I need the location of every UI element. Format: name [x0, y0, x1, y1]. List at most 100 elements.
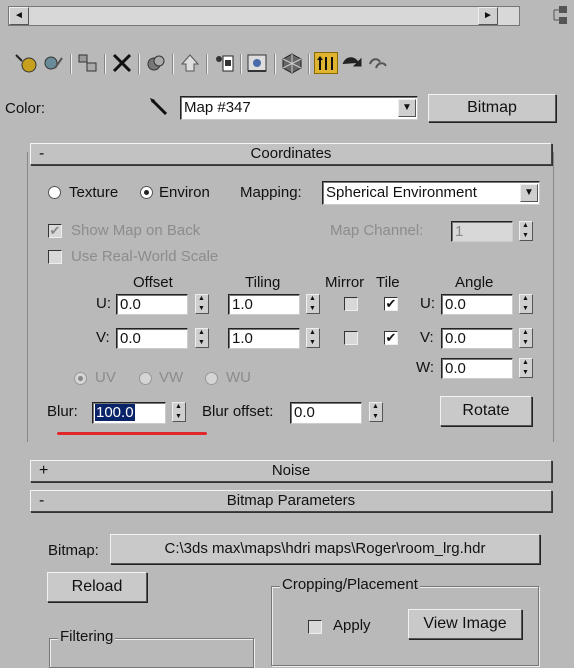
w-angle-field[interactable]: 0.0: [441, 358, 513, 379]
bitmap-path-button[interactable]: C:\3ds max\maps\hdri maps\Roger\room_lrg…: [110, 534, 540, 564]
real-world-scale-checkbox[interactable]: [48, 250, 62, 264]
map-channel-spinner[interactable]: [519, 221, 533, 241]
arrow-right-icon: ►: [483, 10, 493, 21]
blur-offset-spinner[interactable]: [369, 402, 383, 422]
cropping-placement-label: Cropping/Placement: [280, 576, 420, 594]
vw-radio[interactable]: [139, 372, 152, 385]
v-tiling-spinner[interactable]: [306, 328, 320, 348]
v-angle-value: 0.0: [445, 330, 466, 347]
blur-field[interactable]: 100.0: [92, 402, 166, 424]
mapping-label: Mapping:: [240, 184, 302, 201]
checkmark-icon: ✔: [49, 223, 61, 238]
panel-edge-line: [553, 152, 554, 442]
bitmap-parameters-rollout-header[interactable]: - Bitmap Parameters: [30, 490, 552, 512]
go-to-parent-icon[interactable]: [314, 52, 338, 74]
environ-label: Environ: [159, 184, 210, 201]
put-to-scene-icon[interactable]: [42, 52, 66, 74]
v-angle-spinner[interactable]: [519, 328, 533, 348]
v-label: V:: [96, 329, 110, 346]
material-effects-channel-icon[interactable]: [212, 52, 236, 74]
make-unique-icon[interactable]: [144, 52, 168, 74]
v-offset-field[interactable]: 0.0: [116, 328, 188, 349]
v-tiling-field[interactable]: 1.0: [228, 328, 300, 349]
assign-material-icon[interactable]: [76, 52, 100, 74]
tiling-header: Tiling: [245, 274, 281, 291]
scroll-right-button[interactable]: ►: [478, 7, 498, 25]
reset-map-icon[interactable]: [110, 52, 134, 74]
mapping-value: Spherical Environment: [326, 184, 477, 201]
pick-material-from-object-icon[interactable]: [148, 96, 172, 120]
tile-header: Tile: [376, 274, 400, 291]
texture-radio[interactable]: [48, 186, 61, 199]
map-channel-field[interactable]: 1: [451, 221, 513, 242]
rotate-label: Rotate: [462, 402, 510, 419]
noise-rollout-header[interactable]: + Noise: [30, 460, 552, 482]
wu-radio[interactable]: [205, 372, 218, 385]
background-icon[interactable]: [366, 52, 390, 74]
chevron-down-icon[interactable]: ▼: [520, 184, 538, 202]
u-offset-value: 0.0: [120, 296, 141, 313]
bitmap-path-value: C:\3ds max\maps\hdri maps\Roger\room_lrg…: [164, 540, 486, 557]
u-tiling-spinner[interactable]: [306, 294, 320, 314]
show-end-result-icon[interactable]: [280, 52, 304, 74]
v-offset-value: 0.0: [120, 330, 141, 347]
put-to-library-icon[interactable]: [178, 52, 202, 74]
scroll-left-button[interactable]: ◄: [9, 7, 29, 25]
v-mirror-checkbox[interactable]: [344, 331, 358, 345]
u-tiling-field[interactable]: 1.0: [228, 294, 300, 315]
u-offset-spinner[interactable]: [195, 294, 209, 314]
v-angle-label: V:: [420, 329, 434, 346]
horizontal-scrollbar[interactable]: [8, 6, 520, 26]
blur-offset-field[interactable]: 0.0: [290, 402, 362, 424]
show-map-on-back-label: Show Map on Back: [71, 222, 201, 239]
u-mirror-checkbox[interactable]: [344, 297, 358, 311]
node-options-icon[interactable]: [550, 4, 570, 26]
map-name-value: Map #347: [184, 99, 251, 116]
map-name-field[interactable]: Map #347 ▼: [180, 96, 418, 120]
panel-edge-line-left: [27, 152, 28, 442]
rotate-button[interactable]: Rotate: [440, 396, 532, 426]
v-angle-field[interactable]: 0.0: [441, 328, 513, 349]
go-forward-to-sibling-icon[interactable]: [340, 52, 364, 74]
rollout-title: Noise: [271, 462, 311, 479]
blur-value: 100.0: [95, 404, 135, 421]
u-angle-label: U:: [420, 295, 435, 312]
apply-label: Apply: [333, 617, 371, 634]
blur-spinner[interactable]: [172, 402, 186, 422]
mapping-dropdown[interactable]: Spherical Environment ▼: [322, 181, 540, 205]
v-tile-checkbox[interactable]: ✔: [384, 331, 398, 345]
arrow-left-icon: ◄: [14, 10, 24, 21]
u-angle-field[interactable]: 0.0: [441, 294, 513, 315]
w-angle-label: W:: [416, 359, 435, 376]
u-offset-field[interactable]: 0.0: [116, 294, 188, 315]
offset-header: Offset: [133, 274, 173, 291]
mirror-header: Mirror: [325, 274, 365, 291]
blur-offset-label: Blur offset:: [202, 403, 274, 420]
map-channel-value: 1: [455, 223, 464, 240]
u-angle-spinner[interactable]: [519, 294, 533, 314]
map-type-button[interactable]: Bitmap: [428, 94, 556, 122]
environ-radio[interactable]: [140, 186, 153, 199]
color-label: Color:: [5, 100, 46, 117]
v-offset-spinner[interactable]: [195, 328, 209, 348]
map-type-label: Bitmap: [467, 99, 517, 116]
chevron-down-icon[interactable]: ▼: [398, 99, 416, 117]
blur-label: Blur:: [47, 403, 78, 420]
apply-checkbox[interactable]: [308, 620, 322, 634]
uv-radio[interactable]: [74, 372, 87, 385]
v-tiling-value: 1.0: [232, 330, 253, 347]
u-tiling-value: 1.0: [232, 296, 253, 313]
bitmap-label: Bitmap:: [48, 542, 99, 559]
show-map-in-viewport-icon[interactable]: [246, 52, 270, 74]
view-image-button[interactable]: View Image: [408, 609, 522, 639]
w-angle-spinner[interactable]: [519, 358, 533, 378]
show-map-on-back-checkbox[interactable]: ✔: [48, 224, 62, 238]
get-material-icon[interactable]: [14, 52, 38, 74]
reload-button[interactable]: Reload: [47, 572, 147, 602]
coordinates-rollout-header[interactable]: - Coordinates: [30, 143, 552, 165]
wu-label: WU: [226, 369, 251, 386]
u-tile-checkbox[interactable]: ✔: [384, 297, 398, 311]
red-underline-annotation: [57, 432, 207, 435]
angle-header: Angle: [455, 274, 494, 291]
filtering-label: Filtering: [58, 628, 116, 646]
